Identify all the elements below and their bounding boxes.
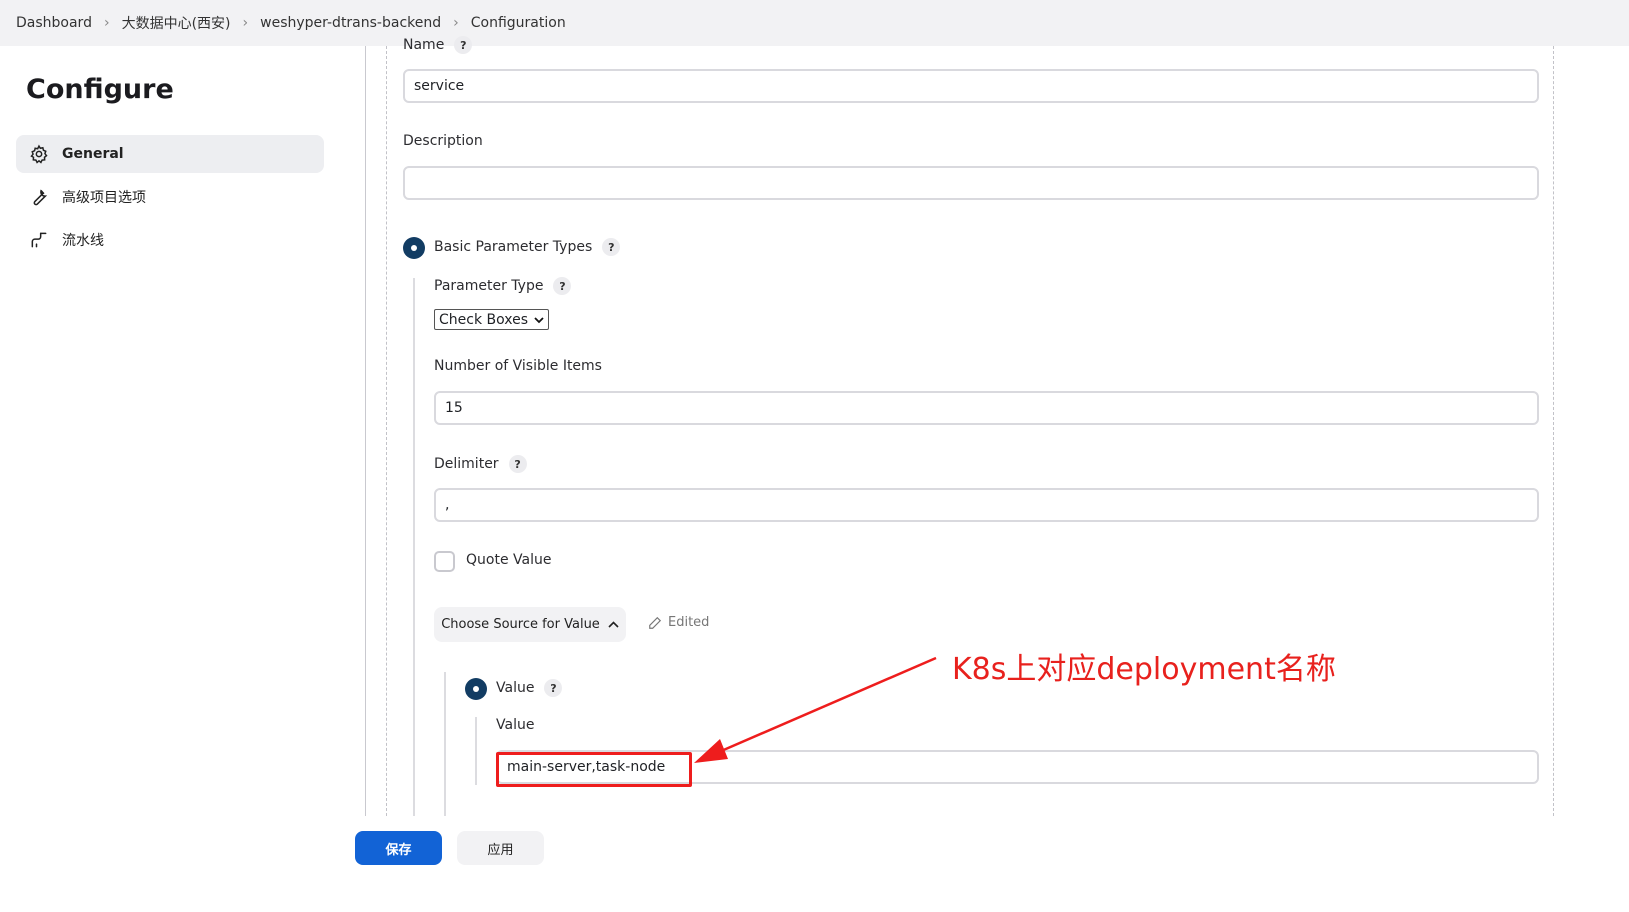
value-field-label: Value [496,717,535,733]
basic-parameter-types-radio[interactable] [403,237,425,259]
description-input[interactable] [403,166,1539,200]
help-icon[interactable]: ? [553,277,572,295]
chevron-down-icon [534,312,544,328]
breadcrumb-folder[interactable]: 大数据中心(西安) [110,13,231,33]
edited-text: Edited [668,615,710,630]
help-icon[interactable]: ? [508,455,527,473]
parameter-type-value: Check Boxes [439,311,529,328]
basic-parameter-types-label: Basic Parameter Types ? [434,238,621,256]
value-radio[interactable] [465,678,487,700]
delimiter-text: Delimiter [434,456,499,472]
help-icon[interactable]: ? [454,36,473,54]
nested-value-field-line [475,717,477,785]
page-title: Configure [26,74,174,105]
help-icon[interactable]: ? [602,238,621,256]
basic-parameter-types-text: Basic Parameter Types [434,239,593,255]
name-input[interactable]: service [403,69,1539,103]
parameter-type-text: Parameter Type [434,278,544,294]
sidebar-item-advanced[interactable]: 高级项目选项 [16,178,324,216]
pipeline-icon [28,229,50,251]
nested-value-line [444,672,446,816]
sidebar-item-pipeline[interactable]: 流水线 [16,221,324,259]
annotation-text: K8s上对应deployment名称 [952,652,1336,687]
help-icon[interactable]: ? [544,679,563,697]
gear-icon [28,143,50,165]
choose-source-label: Choose Source for Value [441,617,600,632]
choose-source-button[interactable]: Choose Source for Value [434,607,626,642]
parameter-type-label: Parameter Type ? [434,277,572,295]
breadcrumb-job[interactable]: weshyper-dtrans-backend [248,15,441,31]
edited-indicator: Edited [648,615,709,630]
breadcrumb: Dashboard › 大数据中心(西安) › weshyper-dtrans-… [0,0,1629,46]
annotation-highlight-box [496,752,692,787]
pencil-icon [648,616,662,630]
quote-value-checkbox[interactable] [434,551,455,572]
bottom-action-bar [0,816,1629,912]
visible-items-input[interactable]: 15 [434,391,1539,425]
description-label: Description [403,133,483,149]
sidebar-item-general[interactable]: General [16,135,324,173]
visible-items-label: Number of Visible Items [434,358,602,374]
sidebar-item-label: 流水线 [62,233,104,249]
chevron-up-icon [608,621,619,628]
quote-value-label: Quote Value [466,552,552,568]
section-guide [386,46,387,816]
section-divider [365,46,366,816]
delimiter-label: Delimiter ? [434,455,527,473]
sidebar-item-label: 高级项目选项 [62,190,146,206]
delimiter-input[interactable]: , [434,488,1539,522]
parameter-type-select[interactable]: Check Boxes [434,309,549,330]
annotation-arrow-icon [694,656,937,763]
value-radio-text: Value [496,680,535,696]
name-label-text: Name [403,37,445,53]
value-radio-label: Value ? [496,679,563,697]
section-guide-right [1553,46,1555,816]
nested-section-line [413,278,415,816]
save-button[interactable]: 保存 [355,831,442,865]
breadcrumb-dashboard[interactable]: Dashboard [0,15,92,31]
wrench-icon [28,186,50,208]
breadcrumb-configuration[interactable]: Configuration [459,15,566,31]
name-label: Name ? [403,34,473,56]
sidebar-item-label: General [62,146,124,162]
apply-button[interactable]: 应用 [457,831,544,865]
